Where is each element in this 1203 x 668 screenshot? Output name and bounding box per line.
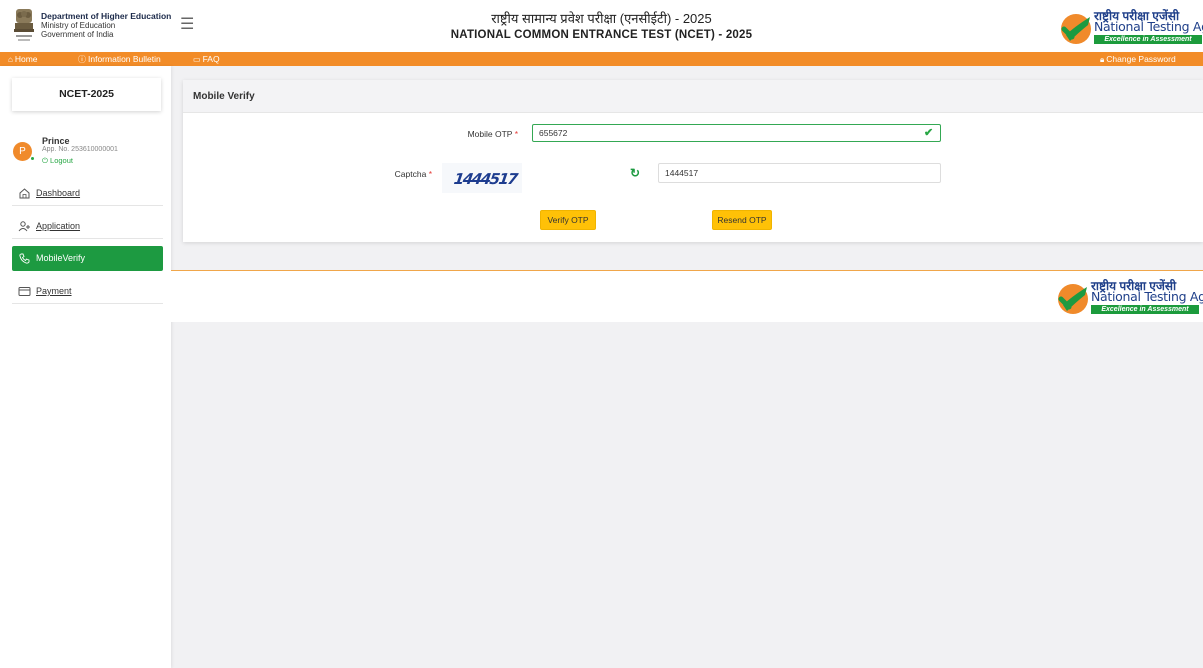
required-mark: * — [428, 169, 432, 179]
nta-english-name: National Testing Agency — [1091, 289, 1203, 304]
top-navbar: ⌂ Home ⓘ Information Bulletin ▭ FAQ 🔒︎ Chang… — [0, 52, 1203, 66]
sidebar-item-payment[interactable]: Payment — [12, 279, 163, 304]
verify-otp-button[interactable]: Verify OTP — [540, 210, 596, 230]
nav-info-label: Information Bulletin — [88, 54, 161, 64]
nta-check-icon — [1061, 14, 1091, 44]
nta-tagline: Excellence in Assessment — [1094, 35, 1202, 44]
nav-information-bulletin[interactable]: ⓘ Information Bulletin — [78, 53, 161, 66]
captcha-label: Captcha * — [360, 169, 432, 179]
sidebar-item-dashboard[interactable]: Dashboard — [12, 181, 163, 206]
resend-otp-button[interactable]: Resend OTP — [712, 210, 772, 230]
home-icon: ⌂ — [8, 55, 13, 64]
online-status-dot — [30, 156, 35, 161]
sidebar-item-label: Dashboard — [36, 188, 81, 198]
mobile-otp-label: Mobile OTP * — [430, 129, 518, 139]
user-add-icon — [18, 221, 30, 232]
nav-change-password[interactable]: 🔒︎ Change Password — [1100, 53, 1176, 66]
sidebar-item-label: Application — [36, 221, 81, 231]
captcha-label-text: Captcha — [394, 169, 427, 179]
nta-logo: राष्ट्रीय परीक्षा एजेंसी National Testin… — [1060, 5, 1203, 49]
footer: राष्ट्रीय परीक्षा एजेंसी National Testin… — [171, 271, 1203, 322]
nav-faq[interactable]: ▭ FAQ — [193, 53, 220, 66]
captcha-image-text: 1444517 — [452, 170, 518, 188]
header: Department of Higher Education Ministry … — [0, 0, 1203, 52]
required-mark: * — [514, 129, 518, 139]
captcha-input[interactable]: 1444517 — [658, 163, 941, 183]
info-icon: ⓘ — [78, 55, 86, 64]
nta-check-icon — [1058, 284, 1088, 314]
card-title: Mobile Verify — [183, 80, 1203, 113]
mobile-otp-label-text: Mobile OTP — [467, 129, 513, 139]
check-icon: ✔ — [924, 127, 934, 139]
page-title-hindi: राष्ट्रीय सामान्य प्रवेश परीक्षा (एनसीईट… — [491, 11, 712, 26]
logout-link[interactable]: ⏻ Logout — [42, 156, 73, 166]
application-number: App. No. 253610000001 — [42, 146, 118, 153]
sidebar-item-application[interactable]: Application — [12, 214, 163, 239]
nta-english-name: National Testing Agency — [1094, 19, 1203, 34]
power-icon: ⏻ — [42, 156, 51, 165]
mobile-verify-card: Mobile Verify — [183, 80, 1203, 242]
user-name: Prince — [42, 136, 70, 146]
chat-icon: ▭ — [193, 55, 201, 64]
refresh-captcha-icon[interactable]: ↻ — [630, 166, 640, 180]
nta-tagline: Excellence in Assessment — [1091, 305, 1199, 314]
exam-name-card: NCET-2025 — [12, 78, 161, 111]
sidebar-item-label: MobileVerify — [36, 253, 86, 263]
phone-icon — [19, 253, 30, 264]
sidebar-item-mobileverify[interactable]: MobileVerify — [12, 246, 163, 271]
lock-icon: 🔒︎ — [1100, 55, 1105, 64]
page-title-english: NATIONAL COMMON ENTRANCE TEST (NCET) - 2… — [450, 29, 753, 41]
mobile-otp-input[interactable]: 655672 — [532, 124, 941, 142]
home-icon — [19, 188, 30, 199]
nav-home-label: Home — [14, 54, 38, 64]
card-icon — [18, 287, 31, 296]
nav-change-password-label: Change Password — [1106, 54, 1176, 64]
nav-faq-label: FAQ — [202, 54, 220, 64]
sidebar-item-label: Payment — [36, 286, 72, 296]
nav-home[interactable]: ⌂ Home — [8, 53, 38, 66]
logout-label: Logout — [50, 156, 73, 165]
footer-nta-logo: राष्ट्रीय परीक्षा एजेंसी National Testin… — [1057, 275, 1203, 319]
